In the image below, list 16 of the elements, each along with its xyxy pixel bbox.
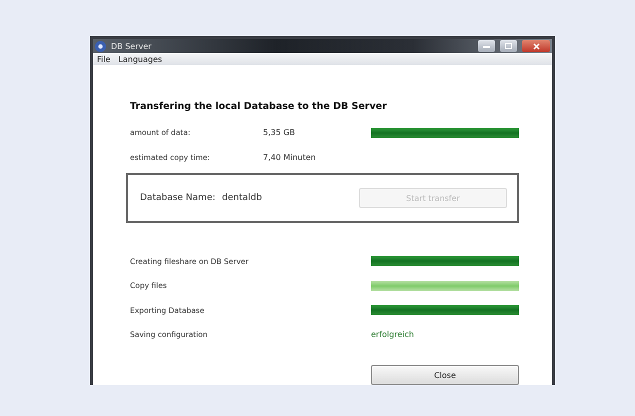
info-value: 7,40 Minuten <box>263 153 317 162</box>
minimize-button[interactable] <box>478 40 495 52</box>
info-value: 5,35 GB <box>263 128 296 137</box>
maximize-button[interactable] <box>500 40 517 52</box>
step-result: erfolgreich <box>371 330 415 340</box>
close-icon <box>532 42 540 50</box>
close-dialog-button[interactable]: Close <box>371 365 519 385</box>
app-icon <box>95 40 106 52</box>
database-label: Database Name: <box>140 193 216 203</box>
menu-item[interactable]: Languages <box>118 54 162 64</box>
heading: Transfering the local Database to the DB Server <box>130 101 388 112</box>
window-title: DB Server <box>111 42 152 51</box>
menu-item[interactable]: File <box>97 54 110 64</box>
database-name: dentaldb <box>222 193 263 203</box>
maximize-icon <box>505 43 512 50</box>
close-button[interactable] <box>522 40 550 52</box>
